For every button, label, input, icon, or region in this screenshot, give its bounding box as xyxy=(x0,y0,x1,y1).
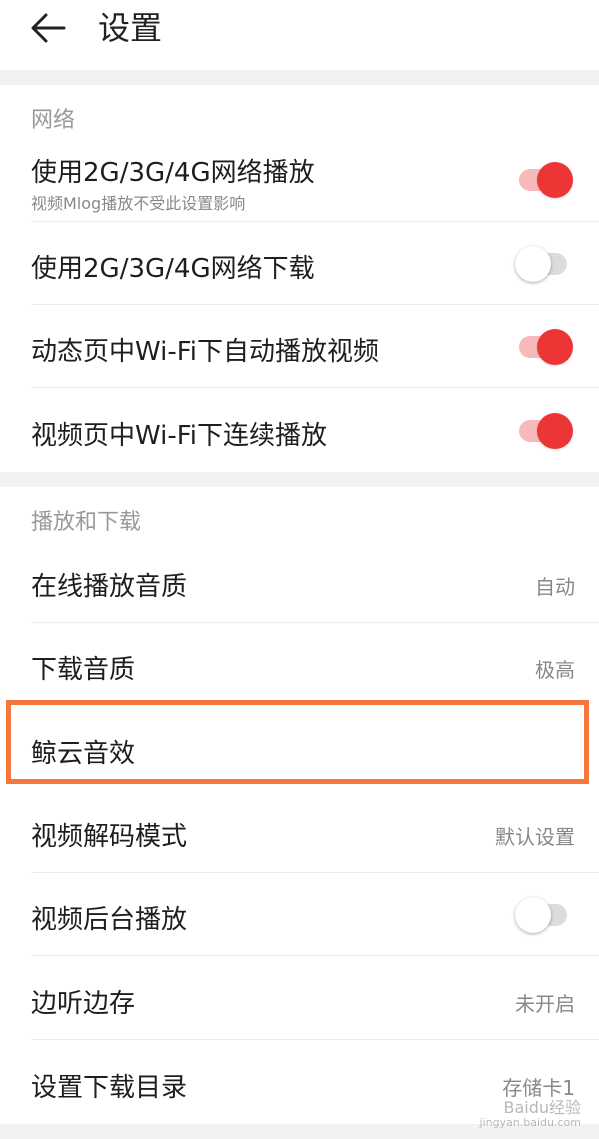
setting-row-mobile-download[interactable]: 使用2G/3G/4G网络下载 xyxy=(0,222,599,305)
setting-title: 视频页中Wi-Fi下连续播放 xyxy=(31,421,328,451)
toggle-knob xyxy=(515,246,551,282)
setting-title: 动态页中Wi-Fi下自动播放视频 xyxy=(31,337,380,367)
section-gap xyxy=(0,70,599,85)
section-label-playback: 播放和下载 xyxy=(31,510,142,535)
section-header-playback: 播放和下载 xyxy=(0,487,599,542)
setting-title: 在线播放音质 xyxy=(31,572,188,602)
toggle-knob xyxy=(537,413,573,449)
setting-title: 鲸云音效 xyxy=(31,739,136,769)
toggle-knob xyxy=(537,329,573,365)
setting-title: 边听边存 xyxy=(31,989,136,1019)
section-gap xyxy=(0,472,599,487)
setting-row-cache-while-listening[interactable]: 边听边存 未开启 xyxy=(0,956,599,1040)
setting-row-download-quality[interactable]: 下载音质 极高 xyxy=(0,623,599,706)
watermark-text: Baidu经验 xyxy=(503,1098,581,1117)
toggle-knob xyxy=(537,162,573,198)
setting-title: 使用2G/3G/4G网络播放 xyxy=(31,158,315,188)
watermark-sub: jingyan.baidu.com xyxy=(479,1116,581,1129)
mobile-download-toggle[interactable] xyxy=(515,244,573,284)
mobile-play-toggle[interactable] xyxy=(515,160,573,200)
video-continuous-toggle[interactable] xyxy=(515,411,573,451)
setting-value: 存储卡1 xyxy=(502,1076,575,1100)
toggle-knob xyxy=(515,897,551,933)
setting-title: 使用2G/3G/4G网络下载 xyxy=(31,254,315,284)
setting-value: 默认设置 xyxy=(495,825,575,849)
setting-row-sound-effect[interactable]: 鲸云音效 xyxy=(0,706,599,790)
setting-title: 设置下载目录 xyxy=(31,1073,188,1103)
page-title: 设置 xyxy=(98,9,163,47)
background-play-toggle[interactable] xyxy=(515,895,573,935)
back-arrow-icon xyxy=(31,13,66,43)
setting-row-background-play[interactable]: 视频后台播放 xyxy=(0,873,599,956)
setting-row-video-decode[interactable]: 视频解码模式 默认设置 xyxy=(0,790,599,873)
section-label-network: 网络 xyxy=(31,108,76,133)
setting-subtitle: 视频Mlog播放不受此设置影响 xyxy=(31,194,246,213)
back-button[interactable] xyxy=(22,6,78,50)
setting-row-mobile-play[interactable]: 使用2G/3G/4G网络播放 视频Mlog播放不受此设置影响 xyxy=(0,140,599,222)
setting-value: 极高 xyxy=(535,658,575,682)
app-header: 设置 xyxy=(0,0,599,70)
setting-title: 视频后台播放 xyxy=(31,905,188,935)
feed-autoplay-toggle[interactable] xyxy=(515,327,573,367)
setting-value: 未开启 xyxy=(515,992,575,1016)
section-header-network: 网络 xyxy=(0,85,599,140)
setting-title: 视频解码模式 xyxy=(31,822,188,852)
setting-row-feed-autoplay[interactable]: 动态页中Wi-Fi下自动播放视频 xyxy=(0,305,599,388)
setting-value: 自动 xyxy=(535,575,575,599)
setting-row-video-continuous[interactable]: 视频页中Wi-Fi下连续播放 xyxy=(0,388,599,472)
watermark: Baidu经验 jingyan.baidu.com xyxy=(479,1099,581,1129)
setting-row-online-quality[interactable]: 在线播放音质 自动 xyxy=(0,542,599,623)
setting-title: 下载音质 xyxy=(31,655,136,685)
